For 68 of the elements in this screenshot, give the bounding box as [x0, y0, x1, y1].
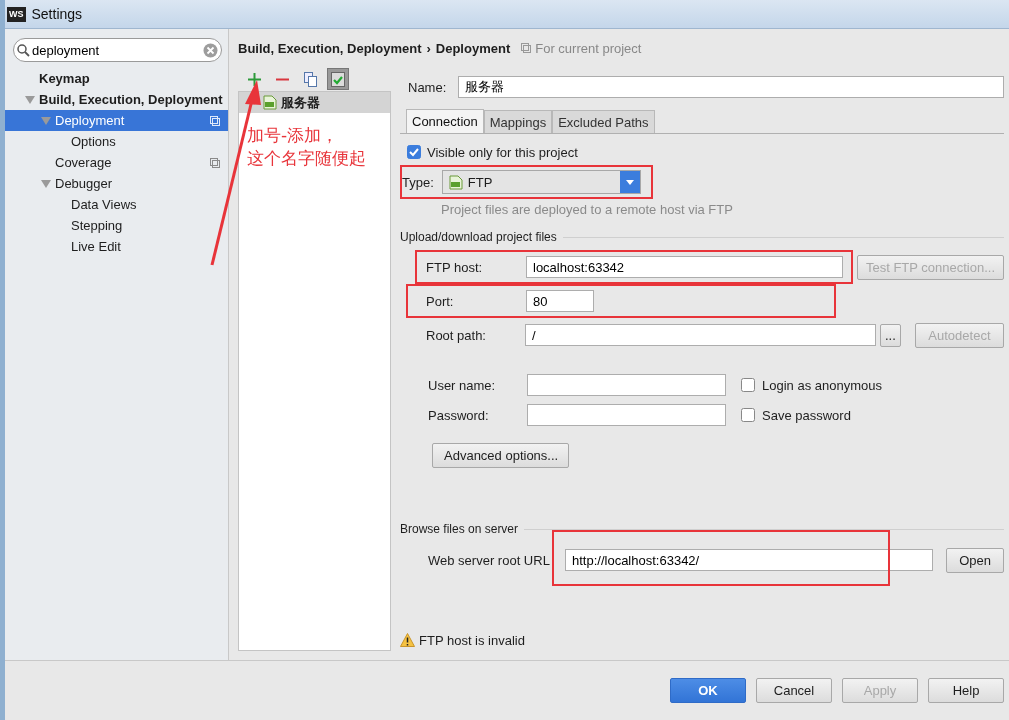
copy-icon: [303, 71, 317, 87]
open-button[interactable]: Open: [946, 547, 1004, 573]
user-name-field[interactable]: [527, 374, 726, 396]
scope-label: For current project: [535, 40, 642, 56]
name-label: Name:: [408, 79, 447, 95]
scope-icon: [521, 43, 532, 53]
tree-item[interactable]: Debugger: [5, 173, 228, 194]
tree-item[interactable]: Options: [5, 131, 228, 152]
section-title: Browse files on server: [400, 522, 519, 536]
checked-document-icon: [331, 71, 345, 87]
field-label: Password:: [428, 407, 490, 423]
tree-item[interactable]: Keymap: [5, 68, 228, 89]
checkbox-label: Visible only for this project: [427, 144, 578, 160]
field-label: Web server root URL: [428, 552, 551, 568]
expand-arrow-icon[interactable]: [25, 95, 35, 104]
dialog-button[interactable]: Help: [928, 678, 1004, 703]
ftp-file-icon: [263, 95, 277, 110]
tree-item[interactable]: Deployment: [5, 110, 228, 131]
search-box[interactable]: deployment: [13, 38, 222, 62]
server-item[interactable]: 服务器: [239, 92, 390, 113]
port-field[interactable]: 80: [526, 290, 594, 312]
web-url-field[interactable]: http://localhost:63342/: [565, 549, 934, 571]
field-label: Root path:: [426, 327, 487, 343]
search-field[interactable]: deployment: [32, 42, 201, 58]
breadcrumb-item: Build, Execution, Deployment: [238, 40, 422, 56]
tree-item[interactable]: Data Views: [5, 194, 228, 215]
tree-item[interactable]: Stepping: [5, 215, 228, 236]
name-field[interactable]: 服务器: [458, 76, 1004, 98]
tab[interactable]: Excluded Paths: [552, 110, 655, 133]
checkbox-label: Login as anonymous: [762, 377, 882, 393]
type-hint: Project files are deployed to a remote host via FTP: [441, 201, 733, 217]
root-path-field[interactable]: /: [525, 324, 876, 346]
window-title: Settings: [31, 6, 83, 22]
advanced-options-button[interactable]: Advanced options...: [432, 442, 569, 468]
breadcrumb-item: Deployment: [435, 40, 511, 56]
dialog-button[interactable]: Cancel: [756, 678, 832, 703]
field-label: FTP host:: [426, 259, 484, 275]
section-title: Upload/download project files: [400, 230, 557, 244]
expand-arrow-icon[interactable]: [41, 179, 51, 188]
tree-item[interactable]: Build, Execution, Deployment: [5, 89, 228, 110]
tab[interactable]: Connection: [406, 109, 484, 133]
annotation-text: 这个名字随便起: [247, 147, 366, 170]
type-dropdown[interactable]: FTP: [441, 170, 641, 194]
app-logo: WS: [7, 6, 26, 22]
checkbox[interactable]: [741, 378, 755, 392]
type-label: Type:: [402, 174, 434, 190]
ftp-host-field[interactable]: localhost:63342: [526, 256, 843, 278]
checkbox[interactable]: [741, 408, 755, 422]
remove-icon: [275, 77, 289, 81]
field-label: User name:: [428, 377, 497, 393]
annotation-text: 加号-添加，: [247, 124, 340, 147]
checkbox-label: Save password: [762, 407, 851, 423]
tab[interactable]: Mappings: [483, 110, 553, 133]
tree-item[interactable]: Live Edit: [5, 236, 228, 257]
dialog-button[interactable]: OK: [670, 678, 746, 703]
search-icon: [17, 43, 30, 57]
checkbox[interactable]: [407, 145, 421, 159]
add-icon: [247, 72, 261, 86]
browse-button[interactable]: ...: [880, 323, 901, 347]
ftp-file-icon: [448, 174, 463, 190]
clear-icon[interactable]: [203, 42, 218, 58]
toolbar-button[interactable]: [327, 68, 349, 90]
warning-text: FTP host is invalid: [419, 632, 525, 648]
field-label: Port:: [426, 293, 455, 309]
password-field[interactable]: [527, 404, 726, 426]
breadcrumb-separator: ›: [426, 40, 431, 56]
warning-icon: [400, 633, 415, 647]
tree-item[interactable]: Coverage: [5, 152, 228, 173]
